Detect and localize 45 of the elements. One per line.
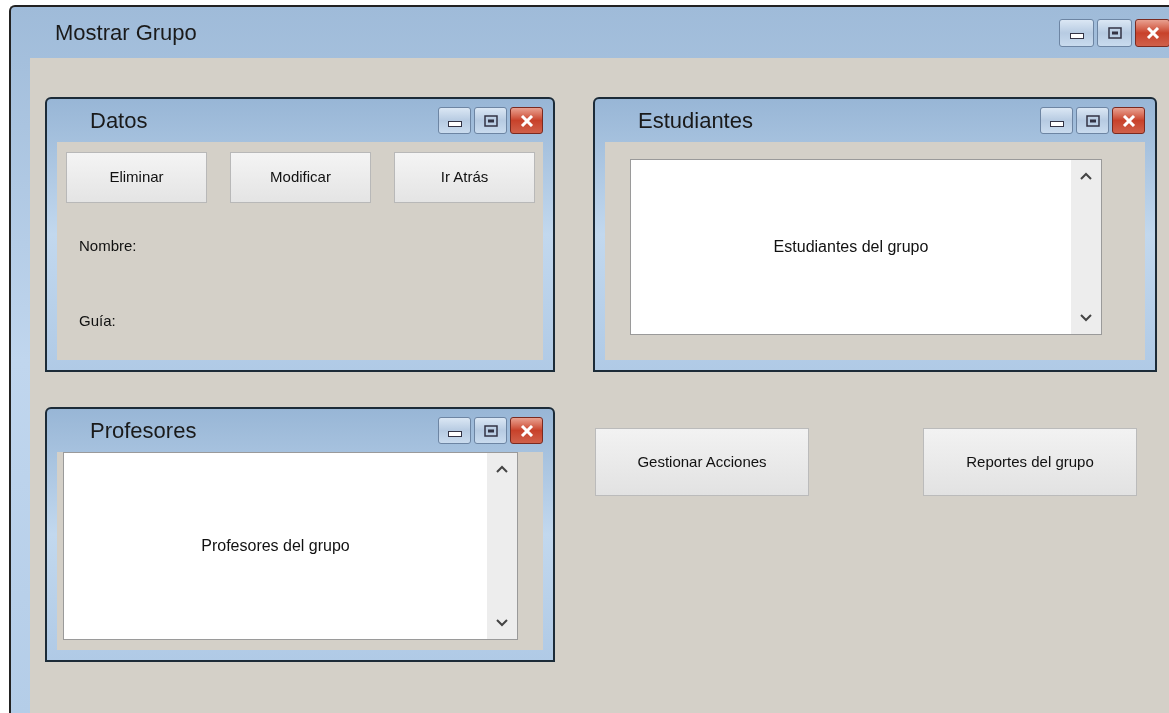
list-text: Estudiantes del grupo [773, 237, 929, 257]
action-button[interactable]: Reportes del grupo [923, 428, 1137, 496]
scrollbar[interactable] [487, 453, 517, 639]
close-icon [1121, 114, 1136, 127]
close-icon [1145, 26, 1160, 39]
scroll-down-icon[interactable] [496, 619, 508, 627]
maximize-button[interactable] [474, 417, 507, 444]
window-title: Mostrar Grupo [55, 19, 197, 47]
minimize-icon [1069, 32, 1084, 39]
minimize-button[interactable] [1040, 107, 1073, 134]
maximize-button[interactable] [1076, 107, 1109, 134]
list-box[interactable]: Profesores del grupo [63, 452, 518, 640]
action-button[interactable]: Gestionar Acciones [595, 428, 809, 496]
action-button[interactable]: Modificar [230, 152, 371, 203]
field-label: Guía: [79, 310, 116, 331]
maximize-icon [1107, 26, 1122, 39]
minimize-icon [447, 430, 462, 437]
maximize-icon [1085, 114, 1100, 127]
scroll-up-icon[interactable] [1080, 172, 1092, 180]
panel-title: Estudiantes [638, 107, 753, 135]
close-icon [519, 424, 534, 437]
minimize-button[interactable] [438, 107, 471, 134]
close-button[interactable] [510, 107, 543, 134]
maximize-icon [483, 114, 498, 127]
action-button[interactable]: Eliminar [66, 152, 207, 203]
maximize-icon [483, 424, 498, 437]
list-box[interactable]: Estudiantes del grupo [630, 159, 1102, 335]
minimize-icon [1049, 120, 1064, 127]
scroll-up-icon[interactable] [496, 465, 508, 473]
field-label: Nombre: [79, 236, 137, 256]
minimize-icon [447, 120, 462, 127]
action-button[interactable]: Ir Atrás [394, 152, 535, 203]
minimize-button[interactable] [1059, 18, 1094, 47]
close-button[interactable] [510, 417, 543, 444]
scrollbar[interactable] [1071, 160, 1101, 334]
list-text: Profesores del grupo [201, 536, 350, 556]
scroll-down-icon[interactable] [1080, 314, 1092, 322]
maximize-button[interactable] [1097, 18, 1132, 47]
close-button[interactable] [1135, 18, 1169, 47]
close-button[interactable] [1112, 107, 1145, 134]
maximize-button[interactable] [474, 107, 507, 134]
close-icon [519, 114, 534, 127]
panel-title: Profesores [90, 417, 197, 445]
minimize-button[interactable] [438, 417, 471, 444]
panel-title: Datos [90, 107, 148, 135]
